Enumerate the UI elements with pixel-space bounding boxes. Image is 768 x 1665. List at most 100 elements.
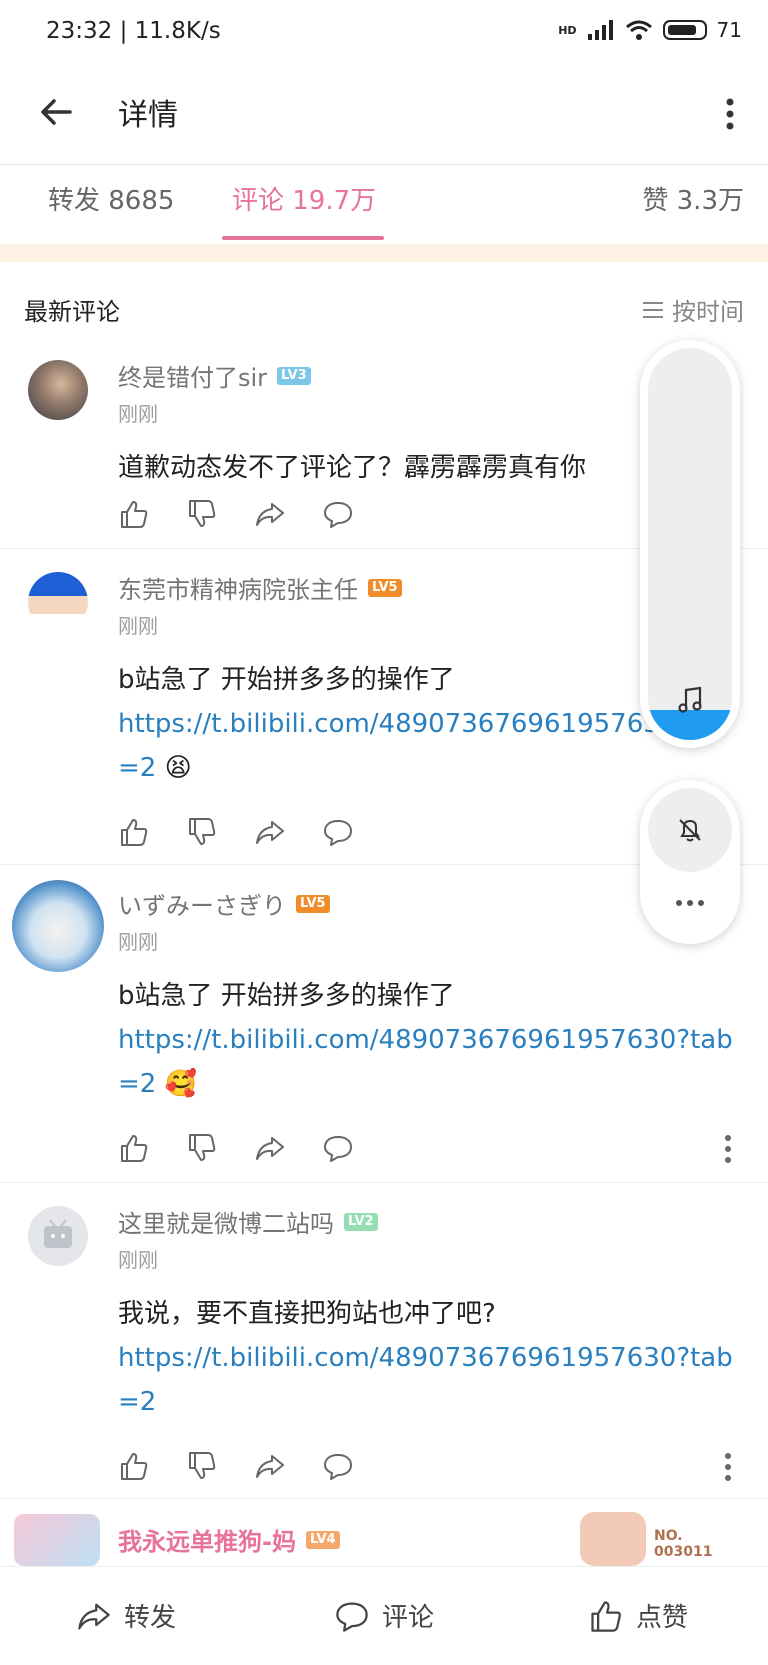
bell-off-icon: [679, 819, 701, 842]
fan-badge: [580, 1512, 646, 1566]
forward-label: 转发: [124, 1603, 177, 1633]
share-icon[interactable]: [254, 1132, 286, 1164]
comment-icon: [336, 1602, 368, 1632]
thumb-down-icon[interactable]: [186, 1450, 218, 1482]
fan-badge-number: NO. 003011: [654, 1528, 713, 1560]
floating-volume-panel[interactable]: [640, 340, 740, 748]
thumb-up-icon[interactable]: [118, 498, 150, 530]
emoji: 😫: [164, 753, 192, 783]
comment-time: 刚刚: [118, 614, 158, 638]
sort-label: 按时间: [672, 298, 744, 326]
avatar[interactable]: [14, 1514, 100, 1566]
username[interactable]: いずみーさぎり LV5: [118, 886, 330, 921]
share-icon[interactable]: [254, 498, 286, 530]
avatar[interactable]: [28, 360, 88, 420]
comment-item-partial: 我永远单推狗-妈 LV4 NO. 003011: [0, 1500, 768, 1566]
comment-icon[interactable]: [322, 1132, 354, 1164]
comment-label: 评论: [382, 1603, 435, 1633]
battery-percent: 71: [716, 18, 742, 42]
tab-forward[interactable]: 转发 8685: [48, 180, 174, 217]
level-badge: LV5: [296, 894, 330, 913]
menu-lines-icon: [643, 301, 663, 318]
username-text: いずみーさぎり: [118, 892, 286, 920]
level-badge: LV3: [277, 366, 311, 385]
ring-mode-button[interactable]: [648, 788, 732, 872]
comment-link-tail[interactable]: =2: [118, 1069, 156, 1099]
comment-icon[interactable]: [322, 1450, 354, 1482]
level-badge: LV4: [305, 1530, 340, 1549]
comment-body: b站急了 开始拼多多的操作了: [118, 981, 455, 1011]
level-badge: LV5: [368, 578, 402, 597]
share-icon: [78, 1603, 110, 1629]
thumb-up-icon: [591, 1600, 621, 1632]
username[interactable]: 这里就是微博二站吗 LV2: [118, 1204, 378, 1239]
forward-button[interactable]: 转发: [76, 1597, 176, 1634]
comment-time: 刚刚: [118, 1248, 158, 1272]
more-vertical-icon[interactable]: [724, 1134, 732, 1164]
floating-ring-panel: [640, 780, 740, 944]
username[interactable]: 东莞市精神病院张主任 LV5: [118, 570, 402, 605]
comment-text: 我说，要不直接把狗站也冲了吧? https://t.bilibili.com/4…: [118, 1292, 738, 1424]
section-title: 最新评论: [24, 298, 120, 326]
username[interactable]: 我永远单推狗-妈 LV4: [118, 1522, 340, 1557]
comment-actions: [118, 498, 354, 530]
signal-icon: [587, 20, 613, 40]
more-horizontal-icon[interactable]: [674, 898, 706, 908]
section-header: 最新评论 按时间: [0, 280, 768, 336]
comment-link-tail[interactable]: =2: [118, 753, 156, 783]
thumb-down-icon[interactable]: [186, 1132, 218, 1164]
comment-item: 这里就是微博二站吗 LV2 刚刚 我说，要不直接把狗站也冲了吧? https:/…: [0, 1184, 768, 1499]
default-avatar-icon: [44, 1219, 72, 1248]
comment-actions: [118, 816, 354, 848]
comment-link[interactable]: https://t.bilibili.com/48907367696195763…: [118, 1336, 738, 1380]
thumb-up-icon[interactable]: [118, 1450, 150, 1482]
share-icon[interactable]: [254, 1450, 286, 1482]
more-vertical-icon[interactable]: [724, 1452, 732, 1482]
status-time: 23:32 | 11.8K/s: [46, 18, 221, 44]
detail-tabs: 转发 8685 评论 19.7万 赞 3.3万: [0, 166, 768, 242]
battery-icon: [662, 20, 707, 40]
emoji: 🥰: [164, 1069, 197, 1099]
username-text: 我永远单推狗-妈: [118, 1528, 296, 1556]
active-tab-indicator: [222, 236, 384, 240]
comment-text: b站急了 开始拼多多的操作了 https://t.bilibili.com/48…: [118, 974, 738, 1106]
top-toolbar: 详情: [0, 68, 768, 165]
back-arrow-icon[interactable]: [34, 90, 78, 134]
volume-slider-track[interactable]: [648, 348, 732, 740]
page-title: 详情: [118, 98, 178, 133]
username[interactable]: 终是错付了sir LV3: [118, 358, 311, 393]
avatar[interactable]: [12, 880, 104, 972]
tab-comment[interactable]: 评论 19.7万: [232, 180, 376, 217]
comment-link[interactable]: https://t.bilibili.com/48907367696195763…: [118, 1018, 738, 1062]
comment-button[interactable]: 评论: [334, 1597, 434, 1634]
comment-actions: [118, 1450, 354, 1482]
comment-time: 刚刚: [118, 930, 158, 954]
network-label: HD: [558, 23, 577, 37]
comment-icon[interactable]: [322, 816, 354, 848]
thumb-down-icon[interactable]: [186, 816, 218, 848]
like-label: 点赞: [636, 1603, 689, 1633]
share-icon[interactable]: [254, 816, 286, 848]
status-icons: HD 71: [558, 18, 742, 42]
thumb-down-icon[interactable]: [186, 498, 218, 530]
music-note-icon: [678, 686, 702, 713]
notice-strip: [0, 244, 768, 262]
more-vertical-icon[interactable]: [722, 94, 738, 134]
comment-body: 我说，要不直接把狗站也冲了吧?: [118, 1299, 496, 1329]
tab-like[interactable]: 赞 3.3万: [642, 180, 744, 217]
comment-icon[interactable]: [322, 498, 354, 530]
thumb-up-icon[interactable]: [118, 1132, 150, 1164]
sort-button[interactable]: 按时间: [642, 292, 744, 327]
comment-actions: [118, 1132, 354, 1164]
bottom-action-bar: 转发 评论 点赞: [0, 1566, 768, 1665]
username-text: 东莞市精神病院张主任: [118, 576, 358, 604]
thumb-up-icon[interactable]: [118, 816, 150, 848]
level-badge: LV2: [344, 1212, 378, 1231]
comment-link-tail[interactable]: =2: [118, 1387, 156, 1417]
like-button[interactable]: 点赞: [588, 1597, 688, 1634]
avatar[interactable]: [28, 572, 88, 632]
avatar[interactable]: [28, 1206, 88, 1266]
wifi-icon: [625, 20, 652, 40]
status-bar: 23:32 | 11.8K/s HD 71: [0, 0, 768, 68]
username-text: 终是错付了sir: [118, 364, 268, 392]
